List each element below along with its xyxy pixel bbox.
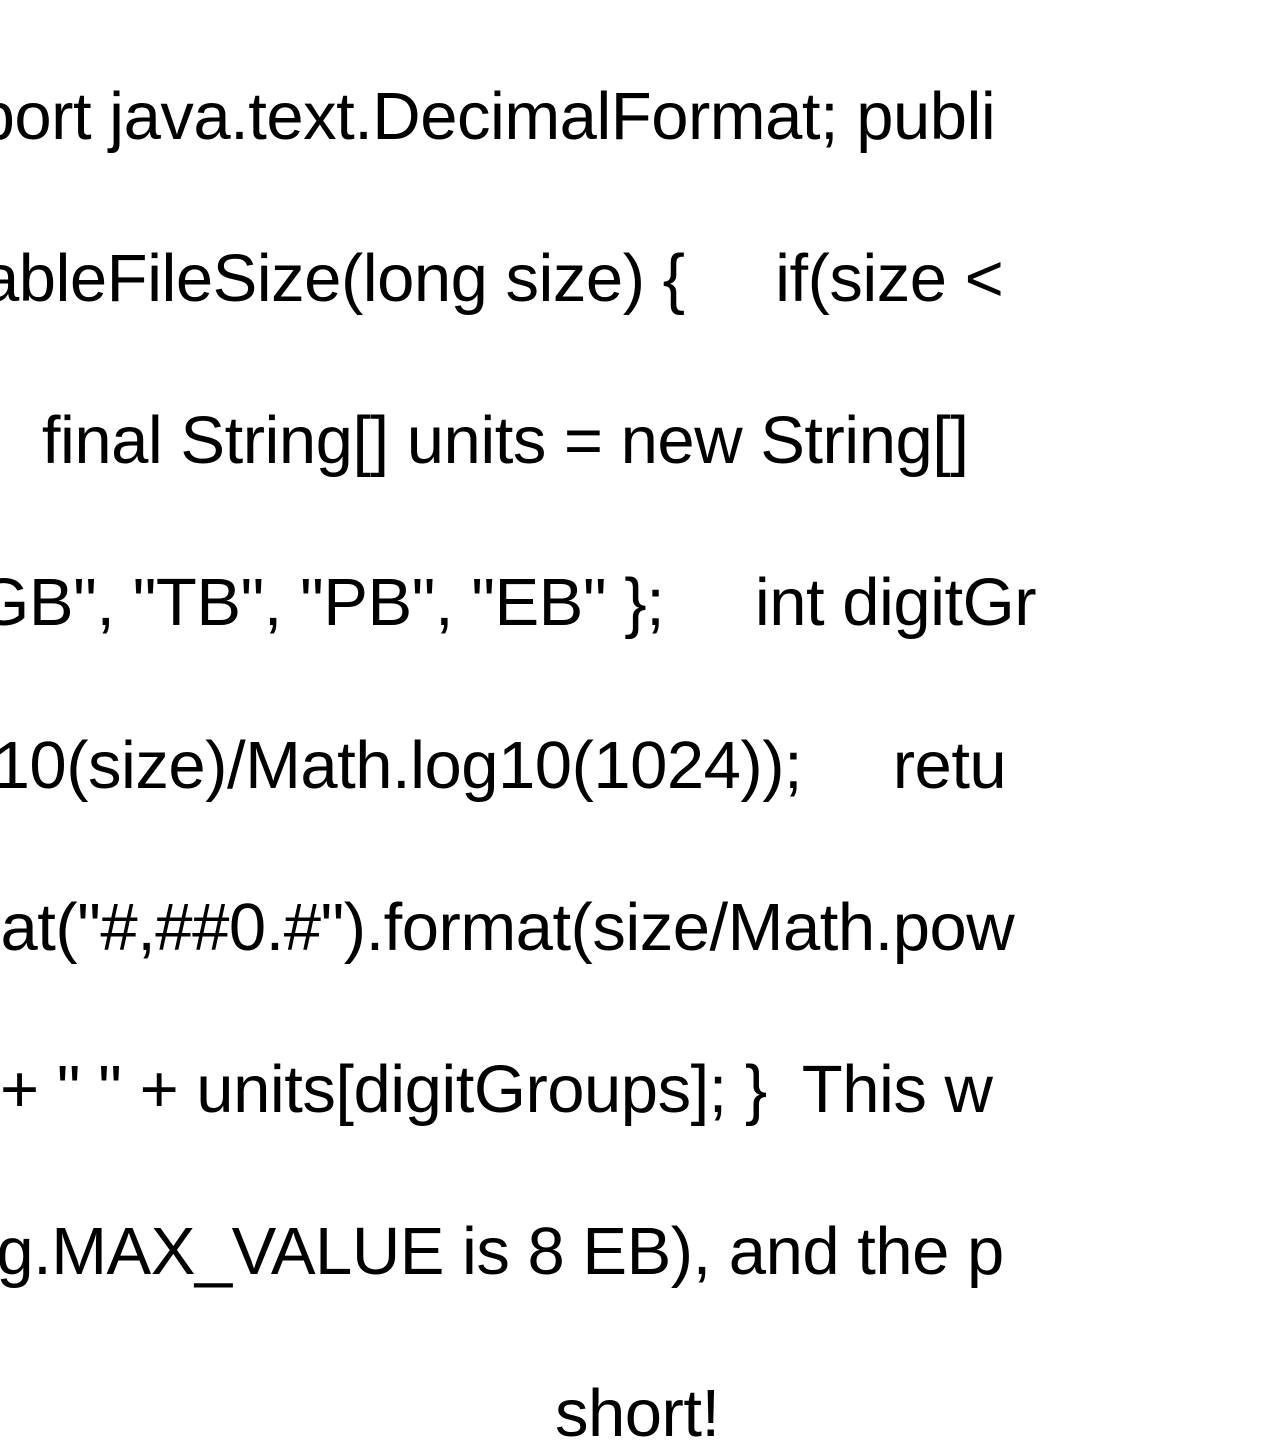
- text-line-6: alFormat("#,##0.#").format(size/Math.pow: [0, 887, 1036, 968]
- text-line-7: oups)) + " " + units[digitGroups]; } Thi…: [0, 1049, 1036, 1130]
- text-line-3: n "0"; final String[] units = new String…: [0, 400, 1036, 481]
- text-line-2: g readableFileSize(long size) { if(size …: [0, 238, 1036, 319]
- text-line-5: ath.log10(size)/Math.log10(1024)); retu: [0, 725, 1036, 806]
- text-line-4: MB", "GB", "TB", "PB", "EB" }; int digit…: [0, 562, 1036, 643]
- code-text-block: r 1: import java.text.DecimalFormat; pub…: [0, 0, 1036, 1440]
- text-line-9: short!: [0, 1373, 1036, 1440]
- text-line-1: r 1: import java.text.DecimalFormat; pub…: [0, 76, 1036, 157]
- text-line-8: ts (Long.MAX_VALUE is 8 EB), and the p: [0, 1211, 1036, 1292]
